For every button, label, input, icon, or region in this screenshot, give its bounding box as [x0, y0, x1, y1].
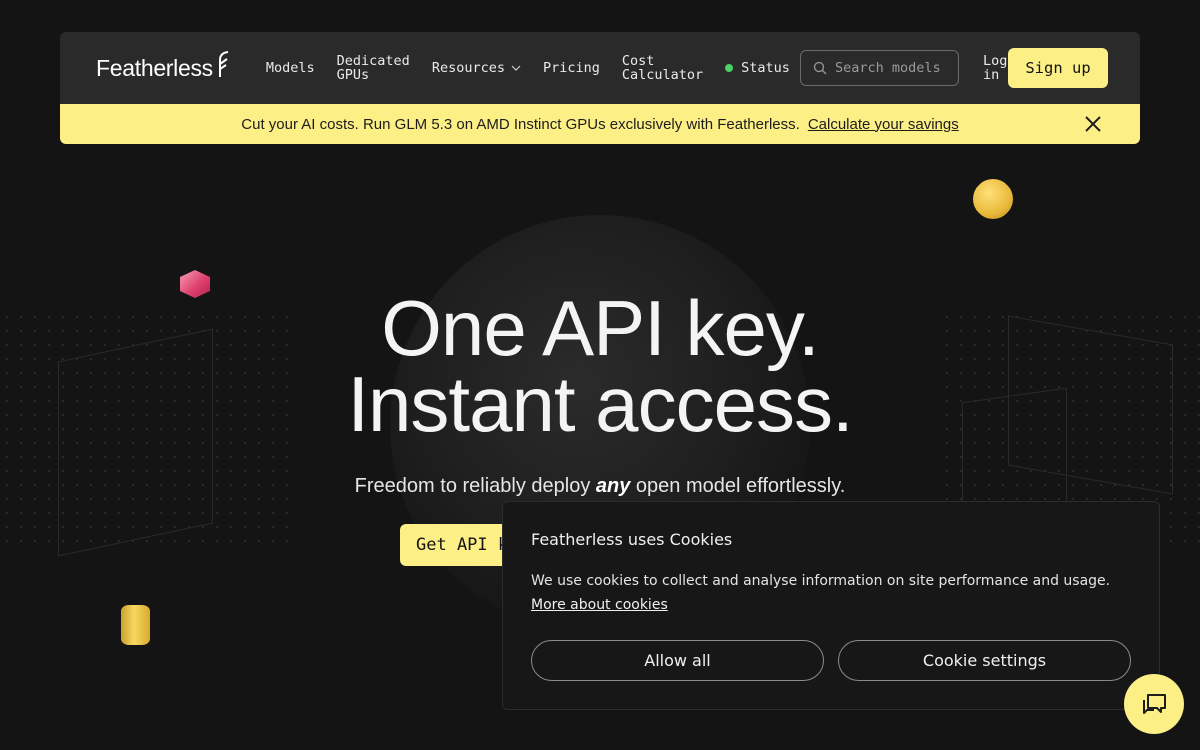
cookie-buttons: Allow all Cookie settings	[531, 640, 1131, 681]
login-line2: in	[982, 67, 1000, 83]
cookie-title: Featherless uses Cookies	[531, 530, 733, 549]
cookie-more-link[interactable]: More about cookies	[531, 597, 668, 613]
signup-button[interactable]: Sign up	[1008, 48, 1108, 88]
status-dot-icon	[725, 64, 734, 72]
hero-title: One API key. Instant access.	[0, 284, 1200, 448]
gold-cylinder-icon	[121, 605, 150, 645]
nav-cost-calculator-line2: Calculator	[621, 67, 704, 83]
nav-dedicated-gpus[interactable]: Dedicated GPUs	[337, 54, 410, 82]
chat-launcher-button[interactable]	[1124, 674, 1184, 734]
feather-f-icon	[218, 51, 229, 77]
brand-name: Featherless	[96, 54, 213, 81]
chevron-down-icon	[511, 65, 521, 71]
cookie-settings-button[interactable]: Cookie settings	[838, 640, 1131, 681]
hero-subtitle: Freedom to reliably deploy any open mode…	[0, 475, 1200, 498]
hero-subtitle-emphasis: any	[595, 475, 631, 497]
hero-subtitle-after: open model effortlessly.	[630, 475, 846, 497]
allow-all-button[interactable]: Allow all	[531, 640, 824, 681]
hero-subtitle-before: Freedom to reliably deploy	[354, 475, 596, 497]
search-placeholder: Search models	[834, 60, 941, 76]
nav-links: Models Dedicated GPUs Resources Pricing …	[266, 54, 790, 82]
brand-logo[interactable]: Featherless	[96, 51, 230, 82]
nav-cost-calculator[interactable]: Cost Calculator	[622, 54, 703, 82]
nav-models[interactable]: Models	[266, 60, 315, 76]
nav-status[interactable]: Status	[725, 60, 790, 76]
gold-gem-icon	[973, 179, 1013, 219]
banner-text: Cut your AI costs. Run GLM 5.3 on AMD In…	[241, 115, 800, 133]
search-models-input[interactable]: Search models	[799, 50, 959, 86]
announcement-banner: Cut your AI costs. Run GLM 5.3 on AMD In…	[60, 104, 1140, 144]
chat-bubbles-icon	[1143, 694, 1166, 714]
nav-resources[interactable]: Resources	[432, 60, 521, 76]
close-icon[interactable]	[1084, 115, 1102, 133]
nav-dedicated-gpus-line2: GPUs	[336, 67, 370, 83]
hero-title-line1: One API key.	[381, 284, 819, 372]
banner-savings-link[interactable]: Calculate your savings	[808, 116, 959, 133]
cookie-consent-dialog: Featherless uses Cookies We use cookies …	[502, 501, 1160, 710]
search-icon	[813, 61, 827, 75]
nav-pricing[interactable]: Pricing	[543, 60, 600, 76]
status-label: Status	[741, 60, 790, 76]
cookie-body: We use cookies to collect and analyse in…	[531, 573, 1111, 589]
hero-title-line2: Instant access.	[347, 360, 853, 448]
nav-resources-label: Resources	[431, 60, 505, 76]
top-navbar: Featherless Models Dedicated GPUs Resour…	[60, 32, 1140, 104]
login-link[interactable]: Log in	[983, 54, 1007, 82]
